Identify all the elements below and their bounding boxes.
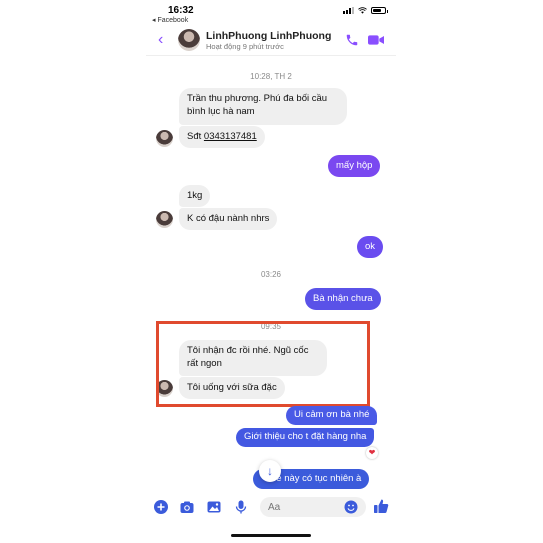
outgoing-message[interactable]: ok <box>357 236 384 258</box>
message-text: Trần thu phương. Phú đa bối cầu <box>187 93 328 104</box>
message-text: Ui cảm ơn bà nhé <box>294 409 370 420</box>
message-text: bé này có tục nhiên à <box>271 473 362 484</box>
back-chevron-icon[interactable]: ‹ <box>158 31 163 49</box>
incoming-message[interactable]: Sđt 0343137481 <box>179 126 265 148</box>
battery-icon <box>371 7 388 14</box>
chat-header: ‹ LinhPhuong LinhPhuong Hoạt động 9 phút… <box>146 28 396 56</box>
message-composer <box>146 492 396 522</box>
wifi-icon <box>358 7 367 14</box>
phone-number-link[interactable]: 0343137481 <box>204 131 257 142</box>
image-gallery-icon[interactable] <box>207 500 221 514</box>
timestamp: 03:26 <box>260 270 282 279</box>
incoming-message[interactable]: Trần thu phương. Phú đa bối cầu bình lục… <box>179 88 347 125</box>
microphone-icon[interactable] <box>234 500 248 514</box>
home-indicator <box>231 534 311 537</box>
signal-icon <box>343 7 354 14</box>
contact-status: Hoạt động 9 phút trước <box>206 42 284 51</box>
incoming-message[interactable]: 1kg <box>179 185 211 207</box>
clock: 16:32 <box>168 5 194 16</box>
phone-call-icon[interactable] <box>345 33 359 47</box>
message-text: Sđt <box>187 131 204 142</box>
sender-avatar <box>156 211 173 228</box>
message-text: ok <box>365 241 376 252</box>
message-text: K có đậu nành nhrs <box>187 213 270 224</box>
status-bar: 16:32 ◂ Facebook <box>146 0 396 28</box>
thumbs-up-icon[interactable] <box>373 498 389 514</box>
red-highlight-box <box>156 321 370 407</box>
heart-reaction-icon[interactable]: ❤ <box>366 447 378 459</box>
system-icons <box>343 7 388 14</box>
message-text: Bà nhận chưa <box>313 293 373 304</box>
messenger-screen: 16:32 ◂ Facebook ‹ LinhPhuong LinhPhuong… <box>146 0 396 543</box>
camera-icon[interactable] <box>180 500 194 514</box>
timestamp: 10:28, TH 2 <box>250 72 292 81</box>
video-call-icon[interactable] <box>368 34 384 46</box>
scroll-to-bottom-icon[interactable]: ↓ <box>259 460 281 482</box>
back-to-app-link[interactable]: ◂ Facebook <box>152 16 188 24</box>
plus-icon[interactable] <box>154 500 168 514</box>
message-text: bình lục hà nam <box>187 105 255 117</box>
sender-avatar <box>156 130 173 147</box>
message-text: Giới thiệu cho t đặt hàng nha <box>244 431 367 442</box>
message-text: mấy hộp <box>336 160 373 171</box>
outgoing-message[interactable]: Ui cảm ơn bà nhé <box>286 406 378 425</box>
outgoing-message[interactable]: Bà nhận chưa <box>305 288 381 310</box>
message-text: 1kg <box>187 190 203 201</box>
incoming-message[interactable]: K có đậu nành nhrs <box>179 208 278 230</box>
emoji-icon[interactable] <box>344 500 358 514</box>
outgoing-message[interactable]: Giới thiệu cho t đặt hàng nha <box>236 428 375 447</box>
outgoing-message[interactable]: mấy hộp <box>328 155 381 177</box>
contact-name[interactable]: LinhPhuong LinhPhuong <box>206 30 331 42</box>
contact-avatar[interactable] <box>178 29 200 51</box>
